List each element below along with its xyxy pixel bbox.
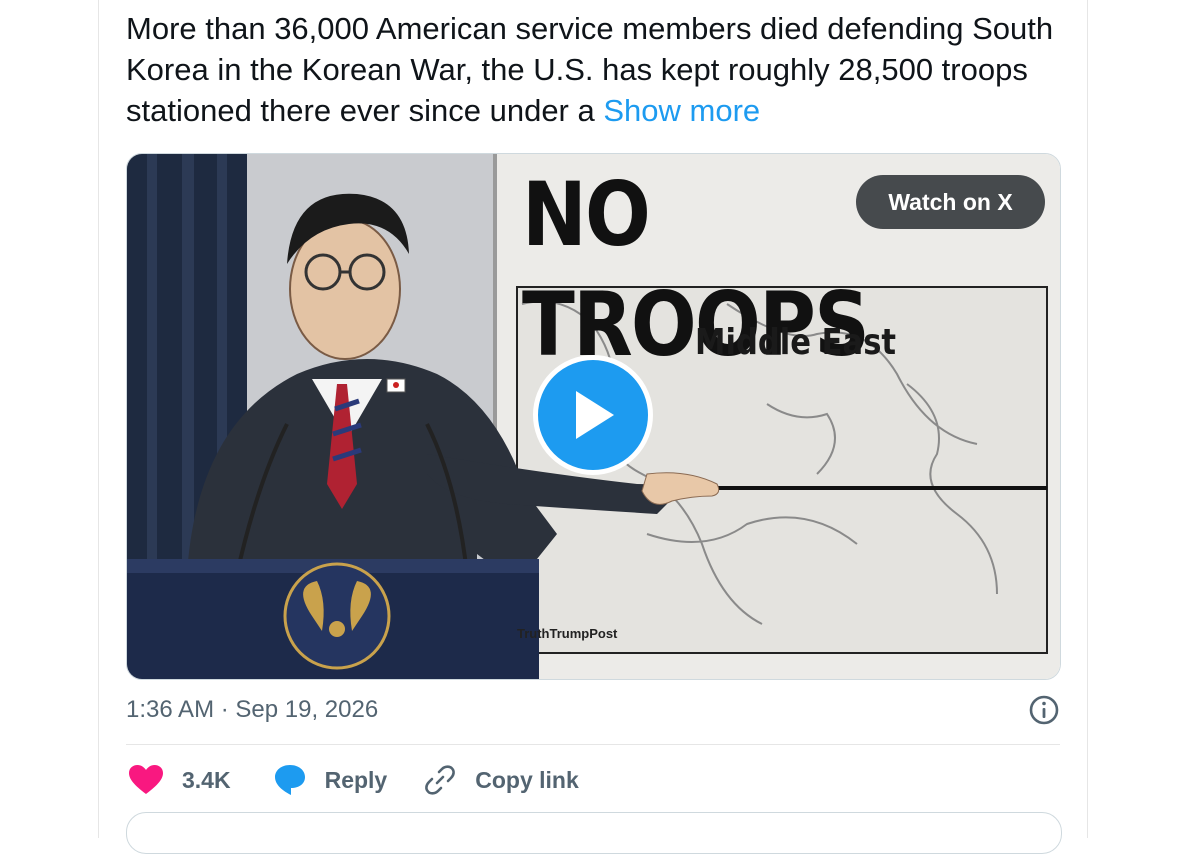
info-icon[interactable] [1028, 694, 1060, 726]
reply-label: Reply [324, 766, 388, 793]
link-icon [425, 765, 456, 795]
action-bar: 3.4K Reply Copy link [128, 758, 615, 802]
tweet-body: More than 36,000 American service member… [126, 11, 1054, 128]
like-button[interactable]: 3.4K [128, 764, 231, 796]
watch-on-x-button[interactable]: Watch on X [856, 175, 1045, 229]
bottom-button-outline[interactable] [126, 812, 1062, 854]
tweet-meta: 1:36 AM · Sep 19, 2026 [126, 692, 1060, 728]
reply-bubble-icon [274, 765, 305, 795]
copy-link-label: Copy link [475, 766, 579, 793]
show-more-link[interactable]: Show more [603, 93, 760, 128]
divider [126, 744, 1060, 745]
tweet-text: More than 36,000 American service member… [126, 8, 1066, 131]
heart-icon [129, 765, 163, 794]
reply-button[interactable]: Reply [273, 763, 388, 797]
timestamp[interactable]: 1:36 AM · Sep 19, 2026 [126, 696, 378, 724]
play-button[interactable] [533, 355, 653, 475]
watermark: TruthTrumpPost [517, 626, 618, 641]
map-label: Middle East [695, 322, 897, 363]
copy-link-button[interactable]: Copy link [423, 763, 579, 797]
like-count: 3.4K [182, 766, 231, 793]
play-icon [576, 391, 614, 439]
